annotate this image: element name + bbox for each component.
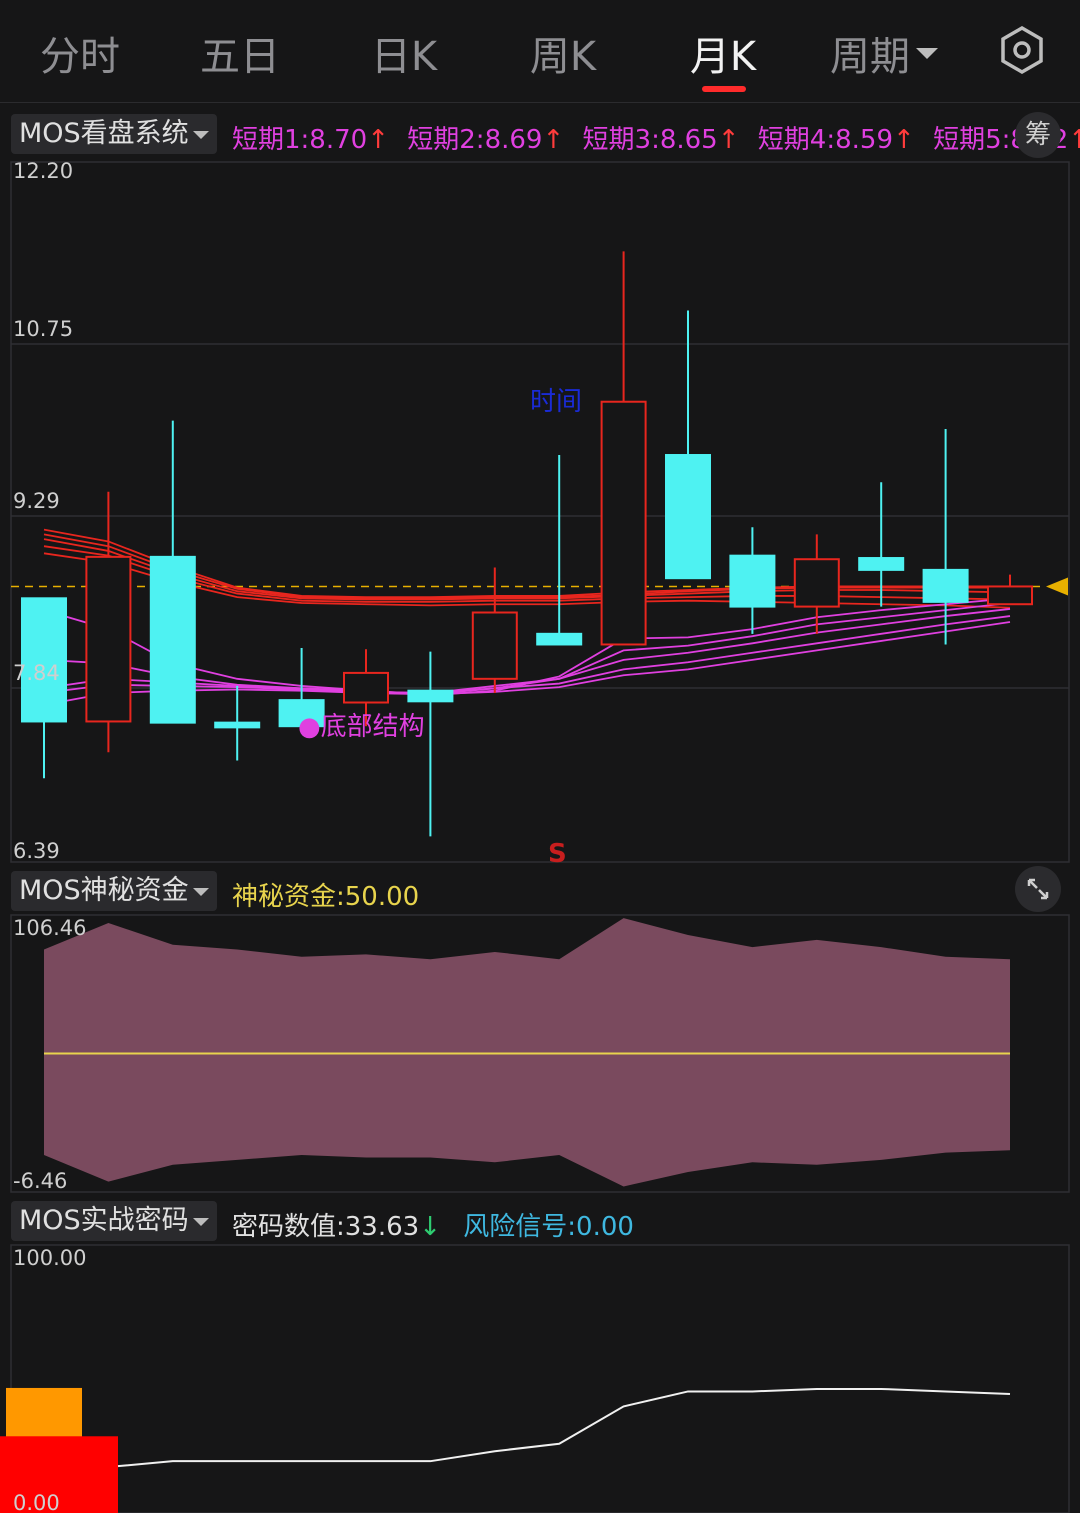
candle-up	[600, 400, 647, 646]
y-tick-label: 0.00	[13, 1491, 60, 1513]
y-tick-label: -6.46	[13, 1169, 67, 1193]
candle-down	[149, 555, 196, 724]
annotation-signal-s: S	[548, 839, 567, 869]
fund-band	[44, 918, 1010, 1187]
panel-frame	[10, 1244, 1070, 1513]
y-tick-label: 100.00	[13, 1246, 86, 1270]
panel-frame	[10, 161, 1070, 863]
candle-down	[21, 597, 67, 723]
candle-up	[793, 558, 840, 608]
code-value-line	[117, 1387, 1011, 1468]
annotation-time: 时间	[530, 387, 582, 417]
y-tick-label: 10.75	[13, 317, 73, 341]
candle-down	[536, 632, 583, 646]
candle-up	[471, 611, 518, 680]
y-tick-label: 6.39	[13, 839, 60, 863]
y-tick-label: 7.84	[13, 661, 60, 685]
y-tick-label: 106.46	[13, 916, 86, 940]
candle-down	[729, 554, 776, 608]
annotation-bottom-structure: ●底部结构	[298, 712, 425, 742]
candle-down	[665, 454, 711, 580]
current-price-marker	[1046, 577, 1068, 596]
candle-down	[858, 557, 905, 571]
candle-up	[343, 671, 389, 704]
y-tick-label: 9.29	[13, 489, 60, 513]
candle-up	[85, 555, 132, 723]
chart-canvas: 12.20 10.75 9.29 7.84 6.39 时间 ●底部结构 S 106.46 -6.4…	[0, 159, 1070, 1513]
candle-down	[214, 721, 261, 729]
candle-down	[922, 568, 969, 603]
y-tick-label: 12.20	[13, 159, 73, 183]
candle-up	[987, 585, 1033, 606]
candle-down	[407, 689, 454, 703]
